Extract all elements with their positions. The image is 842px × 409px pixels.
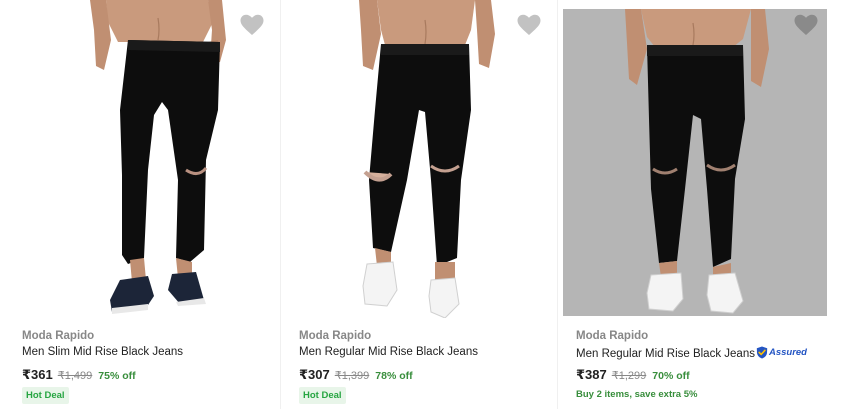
- product-image[interactable]: [563, 9, 827, 316]
- product-brand: Moda Rapido: [299, 330, 372, 342]
- product-card[interactable]: Moda Rapido Men Slim Mid Rise Black Jean…: [8, 0, 276, 409]
- product-title[interactable]: Men Regular Mid Rise Black Jeans Assured: [576, 346, 807, 360]
- discount-percent: 75% off: [98, 370, 136, 382]
- product-brand: Moda Rapido: [576, 330, 649, 342]
- price-row: ₹387 ₹1,299 70% off: [576, 367, 690, 383]
- selling-price: ₹361: [22, 367, 53, 382]
- product-grid: Moda Rapido Men Slim Mid Rise Black Jean…: [0, 0, 842, 409]
- product-brand: Moda Rapido: [22, 330, 95, 342]
- product-title-text[interactable]: Men Regular Mid Rise Black Jeans: [576, 348, 755, 360]
- assured-shield-icon: [756, 346, 768, 359]
- original-price: ₹1,499: [57, 370, 93, 382]
- card-divider: [557, 0, 558, 409]
- assured-label: Assured: [768, 347, 807, 358]
- hot-deal-badge: Hot Deal: [299, 387, 346, 404]
- discount-percent: 70% off: [652, 370, 690, 382]
- discount-percent: 78% off: [375, 370, 413, 382]
- hot-deal-badge: Hot Deal: [22, 387, 69, 404]
- product-title-text[interactable]: Men Regular Mid Rise Black Jeans: [299, 346, 478, 358]
- card-divider: [280, 0, 281, 409]
- selling-price: ₹387: [576, 367, 607, 382]
- product-card[interactable]: Moda Rapido Men Regular Mid Rise Black J…: [285, 0, 553, 409]
- product-title[interactable]: Men Regular Mid Rise Black Jeans: [299, 346, 478, 358]
- product-card[interactable]: Moda Rapido Men Regular Mid Rise Black J…: [562, 0, 832, 409]
- selling-price: ₹307: [299, 367, 330, 382]
- product-image[interactable]: [285, 0, 553, 318]
- wishlist-heart-icon[interactable]: [794, 14, 818, 36]
- original-price: ₹1,299: [611, 370, 647, 382]
- bundle-offer-text: Buy 2 items, save extra 5%: [576, 389, 698, 400]
- product-title[interactable]: Men Slim Mid Rise Black Jeans: [22, 346, 183, 358]
- wishlist-heart-icon[interactable]: [517, 14, 541, 36]
- assured-badge: Assured: [756, 346, 807, 359]
- original-price: ₹1,399: [334, 370, 370, 382]
- price-row: ₹361 ₹1,499 75% off: [22, 367, 136, 383]
- product-image[interactable]: [8, 0, 276, 318]
- product-title-text[interactable]: Men Slim Mid Rise Black Jeans: [22, 346, 183, 358]
- price-row: ₹307 ₹1,399 78% off: [299, 367, 413, 383]
- wishlist-heart-icon[interactable]: [240, 14, 264, 36]
